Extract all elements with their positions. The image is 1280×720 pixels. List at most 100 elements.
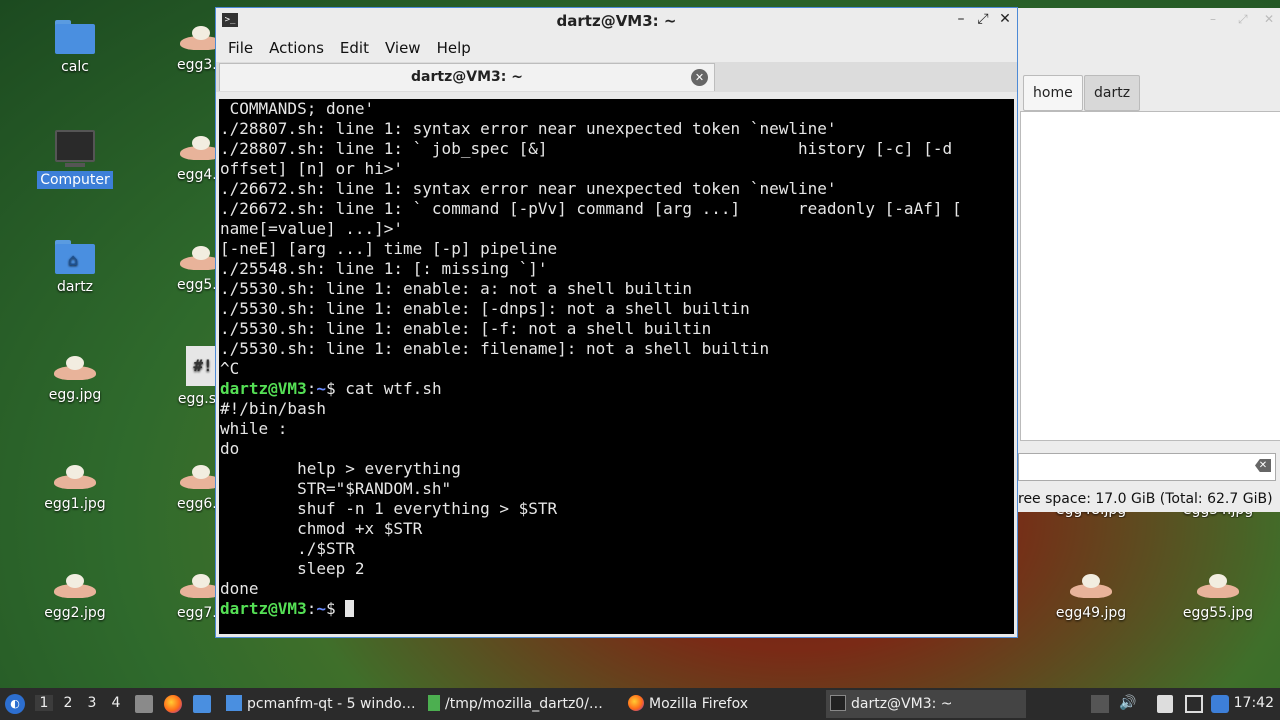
image-thumbnail-icon bbox=[178, 242, 220, 272]
image-thumbnail-icon bbox=[178, 570, 220, 600]
desktop-icon-egg49-jpg[interactable]: egg49.jpg bbox=[1047, 570, 1135, 622]
desktop-icon-dartz[interactable]: ⌂ dartz bbox=[31, 240, 119, 296]
close-tab-icon[interactable]: ✕ bbox=[691, 69, 708, 86]
output-log: COMMANDS; done' ./28807.sh: line 1: synt… bbox=[220, 99, 962, 378]
script-output: #!/bin/bash while : do help > everything… bbox=[220, 399, 558, 598]
workspace-3[interactable]: 3 bbox=[83, 695, 101, 711]
command-text: cat wtf.sh bbox=[345, 379, 442, 398]
desktop-icon-calc[interactable]: calc bbox=[31, 20, 119, 76]
desktop-icon-egg3[interactable]: egg3.j bbox=[160, 22, 220, 74]
file-view[interactable] bbox=[1020, 111, 1280, 441]
prompt-dollar: $ bbox=[325, 379, 346, 398]
task-label: /tmp/mozilla_dartz0/… bbox=[445, 696, 603, 712]
close-icon[interactable]: ✕ bbox=[1264, 12, 1274, 26]
desktop-icon-label: egg49.jpg bbox=[1055, 605, 1127, 621]
desktop-icon-egg6[interactable]: egg6.j bbox=[160, 461, 220, 513]
prompt-dollar: $ bbox=[325, 599, 346, 618]
desktop-icon-label: egg1.jpg bbox=[44, 496, 106, 512]
prompt-path: ~ bbox=[316, 599, 326, 618]
update-notifier-icon[interactable] bbox=[1211, 695, 1229, 713]
image-thumbnail-icon bbox=[178, 22, 220, 52]
task-label: pcmanfm-qt - 5 windo… bbox=[247, 696, 416, 712]
title-bar[interactable]: >_ dartz@VM3: ~ – ⤢ ✕ bbox=[216, 8, 1017, 34]
filter-input[interactable]: ✕ bbox=[1018, 453, 1276, 481]
firefox-icon[interactable] bbox=[164, 695, 182, 713]
file-manager-window[interactable]: – ⤢ ✕ home dartz ✕ ree space: 17.0 GiB (… bbox=[1017, 8, 1280, 512]
menu-file[interactable]: File bbox=[220, 39, 261, 57]
task-firefox[interactable]: Mozilla Firefox bbox=[628, 690, 818, 718]
folder-icon bbox=[55, 20, 95, 54]
window-title: dartz@VM3: ~ bbox=[556, 12, 677, 30]
terminal-window[interactable]: >_ dartz@VM3: ~ – ⤢ ✕ File Actions Edit … bbox=[215, 7, 1018, 638]
tab-bar: dartz@VM3: ~ ✕ bbox=[216, 62, 1017, 92]
image-thumbnail-icon bbox=[52, 352, 98, 382]
show-desktop-icon[interactable] bbox=[135, 695, 153, 713]
image-thumbnail-icon bbox=[178, 132, 220, 162]
desktop-icon-label: egg4.j bbox=[177, 167, 220, 183]
workspace-1[interactable]: 1 bbox=[35, 695, 53, 711]
desktop-icon-egg1-jpg[interactable]: egg1.jpg bbox=[31, 461, 119, 513]
desktop-icon-egg-sh[interactable]: #! egg.s bbox=[160, 346, 220, 408]
prompt-user: dartz@VM3 bbox=[220, 379, 307, 398]
desktop-icon-egg4[interactable]: egg4.j bbox=[160, 132, 220, 184]
menu-help[interactable]: Help bbox=[429, 39, 479, 57]
prompt-sep: : bbox=[306, 599, 317, 618]
active-prompt-line: dartz@VM3:~$ bbox=[219, 599, 1014, 619]
computer-icon bbox=[55, 130, 95, 162]
image-thumbnail-icon bbox=[52, 461, 98, 491]
desktop-icon-egg-jpg[interactable]: egg.jpg bbox=[31, 352, 119, 404]
menu-actions[interactable]: Actions bbox=[261, 39, 332, 57]
minimize-icon[interactable]: – bbox=[1210, 12, 1216, 26]
workspace-2[interactable]: 2 bbox=[59, 695, 77, 711]
tab-terminal[interactable]: dartz@VM3: ~ ✕ bbox=[219, 63, 715, 91]
desktop-icon-label: egg.jpg bbox=[48, 387, 102, 403]
desktop-icon-label: egg7.j bbox=[177, 605, 220, 621]
task-terminal[interactable]: dartz@VM3: ~ bbox=[826, 690, 1026, 718]
start-menu-icon[interactable]: ◐ bbox=[5, 694, 25, 714]
tray-arrow-icon[interactable] bbox=[1091, 695, 1109, 713]
desktop-icon-label: egg5.j bbox=[177, 277, 220, 293]
task-tmp-mozilla[interactable]: /tmp/mozilla_dartz0/… bbox=[428, 690, 618, 718]
folder-icon bbox=[226, 695, 242, 711]
task-pcmanfm[interactable]: pcmanfm-qt - 5 windo… bbox=[226, 690, 416, 718]
prompt-sep: : bbox=[306, 379, 317, 398]
archive-icon bbox=[428, 695, 440, 711]
desktop-icon-label: egg55.jpg bbox=[1182, 605, 1254, 621]
terminal-icon bbox=[830, 695, 846, 711]
volume-icon[interactable]: 🔊 bbox=[1119, 695, 1137, 713]
desktop-icon-label: dartz bbox=[56, 279, 94, 295]
desktop-icon-label: egg2.jpg bbox=[44, 605, 106, 621]
home-folder-icon: ⌂ bbox=[55, 240, 95, 274]
image-thumbnail-icon bbox=[52, 570, 98, 600]
task-label: dartz@VM3: ~ bbox=[851, 696, 953, 712]
minimize-icon[interactable]: – bbox=[952, 11, 970, 27]
breadcrumb-home[interactable]: home bbox=[1023, 75, 1083, 111]
clear-icon[interactable]: ✕ bbox=[1255, 459, 1271, 472]
desktop-icon-label: calc bbox=[61, 59, 89, 75]
desktop-icon-label: egg6.j bbox=[177, 496, 220, 512]
desktop-icon-egg5[interactable]: egg5.j bbox=[160, 242, 220, 294]
desktop-icon-label: egg.s bbox=[177, 391, 217, 407]
clock[interactable]: 17:42 bbox=[1234, 695, 1274, 711]
task-label: Mozilla Firefox bbox=[649, 696, 749, 712]
network-icon[interactable] bbox=[1185, 695, 1203, 713]
taskbar: ◐ 1 2 3 4 pcmanfm-qt - 5 windo… /tmp/moz… bbox=[0, 688, 1280, 720]
prompt-line: dartz@VM3:~$ cat wtf.sh bbox=[219, 379, 1014, 399]
maximize-icon[interactable]: ⤢ bbox=[974, 11, 992, 27]
clipboard-icon[interactable] bbox=[1157, 695, 1173, 713]
status-bar: ree space: 17.0 GiB (Total: 62.7 GiB) bbox=[1018, 491, 1273, 507]
workspace-4[interactable]: 4 bbox=[107, 695, 125, 711]
desktop-icon-egg2-jpg[interactable]: egg2.jpg bbox=[31, 570, 119, 622]
file-manager-icon[interactable] bbox=[193, 695, 211, 713]
desktop-icon-label: egg3.j bbox=[177, 57, 220, 73]
close-icon[interactable]: ✕ bbox=[996, 11, 1014, 27]
desktop-icon-egg55-jpg[interactable]: egg55.jpg bbox=[1174, 570, 1262, 622]
maximize-icon[interactable]: ⤢ bbox=[1238, 12, 1248, 27]
menu-edit[interactable]: Edit bbox=[332, 39, 377, 57]
text-cursor bbox=[345, 600, 355, 617]
menu-view[interactable]: View bbox=[377, 39, 429, 57]
terminal-output[interactable]: COMMANDS; done' ./28807.sh: line 1: synt… bbox=[219, 99, 1014, 634]
desktop-icon-computer[interactable]: Computer bbox=[31, 130, 119, 189]
desktop-icon-egg7[interactable]: egg7.j bbox=[160, 570, 220, 622]
breadcrumb-dartz[interactable]: dartz bbox=[1084, 75, 1141, 111]
